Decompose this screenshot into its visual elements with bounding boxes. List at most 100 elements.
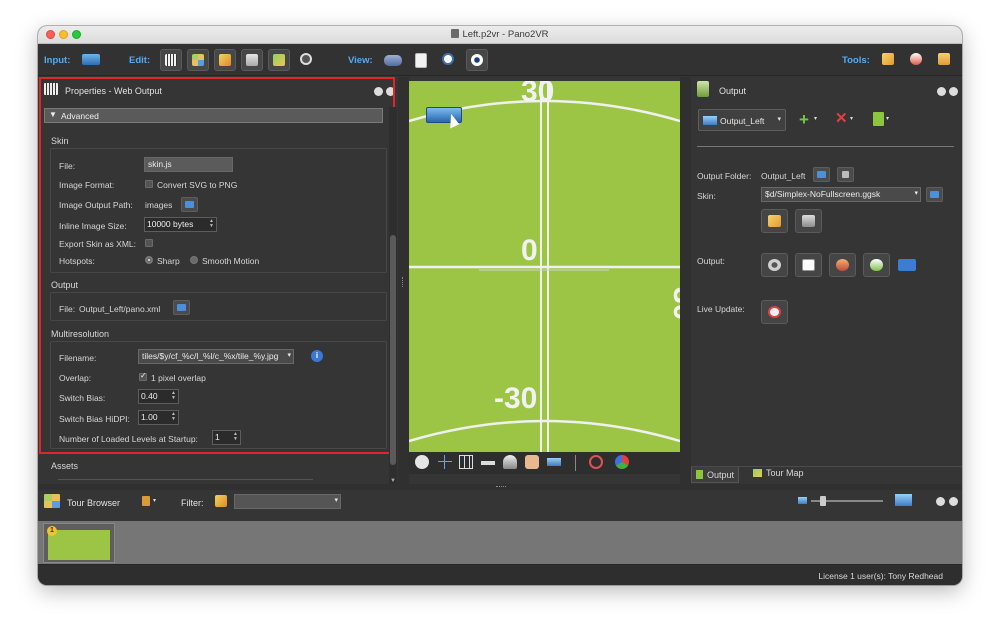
delete-output-icon[interactable]: ✕ (835, 111, 849, 126)
output-format-icon (703, 116, 717, 125)
preview-button[interactable] (795, 253, 822, 277)
scrollbar-thumb[interactable] (390, 235, 396, 465)
magic-star-button[interactable] (878, 49, 900, 71)
close-panel-icon[interactable] (949, 87, 958, 96)
inline-image-size-spinbox[interactable]: 10000 bytes ▲ ▼ (144, 217, 217, 232)
spin-arrows-icon[interactable]: ▲ ▼ (208, 219, 215, 230)
skin-editor-button[interactable] (761, 209, 788, 233)
switch-bias-spinbox[interactable]: 0.40 ▲ ▼ (138, 389, 179, 404)
left-splitter[interactable] (398, 77, 409, 484)
hotspots-label: Hotspots: (59, 256, 95, 266)
dropdown-arrow-icon: ▾ (914, 190, 918, 197)
multiresolution-section-title: Multiresolution (51, 329, 110, 339)
clear-folder-button[interactable] (837, 167, 854, 182)
filter-pencil-icon[interactable] (215, 495, 227, 507)
sort-button[interactable] (142, 496, 150, 506)
vr-headset-button[interactable] (934, 49, 956, 71)
hotspots-smooth-radio[interactable] (190, 256, 198, 264)
folder-icon (177, 304, 186, 311)
panorama-viewer[interactable]: 30 0 -30 -30 (409, 81, 680, 452)
add-dropdown-arrow-icon[interactable]: ▾ (814, 115, 817, 122)
float-panel-icon[interactable] (937, 87, 946, 96)
folder-icon (817, 171, 826, 178)
tour-grid-button[interactable] (187, 49, 209, 71)
panorama-thumbnail[interactable]: 1 (43, 523, 115, 563)
filename-combo[interactable]: tiles/$y/cf_%c/l_%l/c_%x/tile_%y.jpg ▾ (138, 349, 294, 364)
eye-button[interactable] (466, 49, 488, 71)
close-panel-icon[interactable] (949, 497, 958, 506)
info-icon[interactable]: i (311, 350, 323, 362)
skin-combo[interactable]: $d/Simplex-NoFullscreen.ggsk ▾ (761, 187, 921, 202)
splitter-grip-icon (496, 486, 506, 488)
export-button[interactable] (898, 259, 916, 271)
large-thumbnail-icon[interactable] (895, 494, 912, 506)
binoculars-button[interactable] (382, 49, 404, 71)
document-dropdown-arrow-icon[interactable]: ▾ (886, 115, 889, 122)
hotspot-editor-button[interactable] (241, 49, 263, 71)
float-panel-icon[interactable] (936, 497, 945, 506)
spin-arrows-icon[interactable]: ▲ ▼ (170, 412, 177, 423)
collapse-arrow-icon: ▼ (49, 110, 57, 119)
tab-output[interactable]: Output (691, 467, 740, 483)
pencil-button[interactable] (214, 49, 236, 71)
export-skin-xml-checkbox[interactable] (145, 239, 153, 247)
sort-dropdown-arrow-icon[interactable]: ▾ (153, 497, 156, 504)
small-thumbnail-icon[interactable] (798, 497, 807, 504)
panorama-strip-icon[interactable] (547, 458, 561, 466)
delete-dropdown-arrow-icon[interactable]: ▾ (850, 115, 853, 122)
filename-label: Filename: (59, 353, 97, 363)
live-update-disabled-icon (768, 306, 781, 318)
crosshair-icon[interactable] (438, 455, 452, 469)
spin-arrows-icon[interactable]: ▲ ▼ (170, 391, 177, 402)
hotspots-sharp-radio[interactable] (145, 256, 153, 264)
output-selector-dropdown[interactable]: Output_Left ▾ (698, 109, 786, 131)
output-file-browse-button[interactable] (173, 300, 190, 315)
cloud-button[interactable] (906, 49, 928, 71)
generate-output-button[interactable] (829, 253, 856, 277)
grid-icon[interactable] (459, 455, 473, 469)
clipboard-button[interactable] (410, 49, 432, 71)
output-folder-value: Output_Left (761, 171, 806, 181)
splitter-grip-icon (402, 277, 404, 287)
properties-scrollbar[interactable]: ▼ (389, 107, 397, 484)
output-panel: Output Output_Left ▾ + ▾ ✕ ▾ ▾ Output Fol… (691, 77, 962, 484)
keyboard-button[interactable] (160, 49, 182, 71)
properties-panel: Properties - Web Output ▼ Advanced Skin … (38, 77, 398, 484)
advanced-section-header[interactable]: ▼ Advanced (44, 108, 383, 123)
image-output-path-browse-button[interactable] (181, 197, 198, 212)
tools-icon (802, 215, 815, 227)
filter-combo[interactable]: ▾ (234, 494, 341, 509)
spin-arrows-icon[interactable]: ▲ ▼ (232, 432, 239, 443)
hand-icon[interactable] (525, 455, 539, 469)
right-splitter[interactable] (680, 77, 691, 484)
color-balls-icon[interactable] (615, 455, 629, 469)
target-icon[interactable] (589, 455, 603, 469)
compass-icon[interactable] (415, 455, 429, 469)
document-output-icon[interactable] (873, 112, 884, 126)
spotlight-icon[interactable] (503, 455, 517, 469)
output-folder-browse-button[interactable] (813, 167, 830, 182)
film-reel-button[interactable] (296, 49, 318, 71)
panorama-input-button[interactable] (80, 49, 102, 71)
slider-handle[interactable] (820, 496, 826, 506)
live-update-button[interactable] (761, 300, 788, 324)
skin-file-field[interactable]: skin.js (144, 157, 233, 172)
monitor-icon (802, 259, 815, 271)
filter-label: Filter: (181, 498, 204, 508)
edit-label: Edit: (129, 55, 151, 66)
map-button[interactable] (268, 49, 290, 71)
overlap-checkbox[interactable] (139, 371, 147, 381)
thumbnail-size-slider[interactable] (811, 496, 883, 506)
skin-settings-button[interactable] (795, 209, 822, 233)
convert-svg-checkbox[interactable] (145, 180, 153, 188)
upload-button[interactable] (863, 253, 890, 277)
window-title: Left.p2vr - Pano2VR (38, 29, 962, 40)
skin-browse-button[interactable] (926, 187, 943, 202)
loaded-levels-spinbox[interactable]: 1 ▲ ▼ (212, 430, 241, 445)
add-output-icon[interactable]: + (799, 111, 813, 128)
key-icon[interactable] (481, 461, 495, 465)
switch-bias-hidpi-spinbox[interactable]: 1.00 ▲ ▼ (138, 410, 179, 425)
tab-tour-map[interactable]: Tour Map (749, 465, 808, 481)
clock-button[interactable] (438, 49, 460, 71)
output-settings-button[interactable] (761, 253, 788, 277)
